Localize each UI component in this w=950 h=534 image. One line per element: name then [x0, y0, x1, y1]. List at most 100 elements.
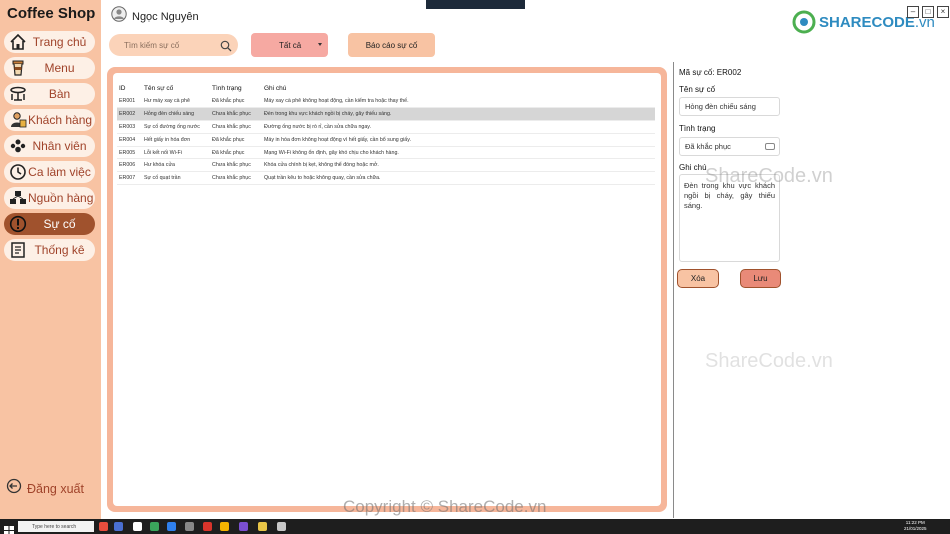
incident-table-container: ID Tên sự cố Tình trạng Ghi chú ER001 Hư … [113, 73, 661, 506]
cell-note: Quạt trần kêu to hoặc không quay, cần sử… [264, 171, 655, 186]
incident-table: ID Tên sự cố Tình trạng Ghi chú ER001 Hư … [117, 81, 655, 186]
col-header-note[interactable]: Ghi chú [264, 81, 655, 95]
status-field[interactable]: Đã khắc phục [679, 137, 780, 156]
cell-id: ER004 [117, 133, 144, 147]
minimize-icon[interactable]: – [907, 6, 919, 18]
taskbar-app-icon[interactable] [99, 522, 108, 531]
screen-recorder-toolbar [426, 0, 525, 9]
logout-label: Đăng xuất [27, 481, 84, 496]
user-profile[interactable]: Ngọc Nguyên [111, 6, 199, 27]
sidebar-item-label: Thống kê [34, 243, 85, 257]
search-input[interactable] [124, 40, 214, 50]
status-filter-select[interactable]: Tất cả [251, 33, 328, 57]
table-icon [8, 84, 28, 104]
table-row-selected[interactable]: ER002 Hỏng đèn chiếu sáng Chưa khắc phục Đè… [117, 107, 655, 122]
taskbar-app-icon[interactable] [277, 522, 286, 531]
sidebar-item-staff[interactable]: Nhân viên [4, 135, 95, 157]
supply-icon [8, 188, 28, 208]
cell-name: Sự cố quạt trần [144, 171, 212, 186]
sidebar-item-label: Nhân viên [32, 139, 87, 153]
sidebar: Coffee Shop Trang chủ Menu Bàn Khách hàn… [0, 0, 101, 519]
sidebar-item-menu[interactable]: Menu [4, 57, 95, 79]
app-title: Coffee Shop [7, 5, 96, 22]
watermark-text: ShareCode.vn [705, 165, 833, 187]
cell-status: Chưa khắc phục [212, 158, 264, 173]
cell-id: ER007 [117, 171, 144, 186]
cell-id: ER002 [117, 107, 144, 122]
cell-note: Khóa cửa chính bị kẹt, không thể đóng ho… [264, 158, 655, 173]
sidebar-item-label: Menu [44, 61, 75, 75]
taskbar-app-icon[interactable] [150, 522, 159, 531]
search-icon[interactable] [220, 39, 232, 57]
cell-note: Mạng Wi-Fi không ổn định, gây khó chịu c… [264, 146, 655, 160]
table-row[interactable]: ER007 Sự cố quạt trần Chưa khắc phục Quạt t… [117, 171, 655, 186]
cell-status: Chưa khắc phục [212, 120, 264, 134]
name-field-label: Tên sự cố [679, 85, 716, 94]
taskbar-app-icon[interactable] [114, 522, 123, 531]
col-header-status[interactable]: Tình trạng [212, 81, 264, 95]
taskbar-app-icon[interactable] [239, 522, 248, 531]
logout-icon [6, 478, 22, 499]
cell-status: Chưa khắc phục [212, 107, 264, 122]
sidebar-item-label: Nguồn hàng [28, 191, 94, 205]
customer-icon [8, 110, 28, 130]
alert-icon [8, 214, 28, 234]
cell-id: ER005 [117, 146, 144, 160]
taskbar-app-icon[interactable] [258, 522, 267, 531]
toggle-icon[interactable] [765, 143, 775, 150]
cell-status: Đã khắc phục [212, 146, 264, 160]
clock-icon [8, 162, 28, 182]
cell-note: Đường ống nước bị rò rỉ, cần sửa chữa ng… [264, 120, 655, 134]
taskbar-app-icon[interactable] [185, 522, 194, 531]
brand-name: SHARECODE [819, 13, 915, 31]
incident-name-field[interactable]: Hỏng đèn chiếu sáng [679, 97, 780, 116]
col-header-name[interactable]: Tên sự cố [144, 81, 212, 95]
col-header-id[interactable]: ID [117, 81, 144, 95]
logout-button[interactable]: Đăng xuất [6, 478, 84, 499]
table-row[interactable]: ER003 Sự cố đường ống nước Chưa khắc phục Đ… [117, 120, 655, 134]
cell-status: Đã khắc phục [212, 133, 264, 147]
cell-id: ER006 [117, 158, 144, 173]
window-controls: – □ × [904, 6, 949, 18]
table-row[interactable]: ER004 Hết giấy in hóa đơn Đã khắc phục Máy … [117, 133, 655, 147]
table-row[interactable]: ER006 Hư khóa cửa Chưa khắc phục Khóa cửa c… [117, 158, 655, 173]
windows-start-icon[interactable] [4, 522, 14, 534]
sidebar-item-customers[interactable]: Khách hàng [4, 109, 95, 131]
table-header-row: ID Tên sự cố Tình trạng Ghi chú [117, 81, 655, 95]
taskbar-app-icon[interactable] [203, 522, 212, 531]
sidebar-item-incidents[interactable]: Sự cố [4, 213, 95, 235]
taskbar-app-icon[interactable] [220, 522, 229, 531]
cell-name: Hư máy xay cà phê [144, 95, 212, 109]
search-bar[interactable] [109, 34, 238, 56]
report-button-label: Báo cáo sự cố [365, 40, 418, 50]
save-button[interactable]: Lưu [740, 269, 781, 288]
sidebar-item-shifts[interactable]: Ca làm việc [4, 161, 95, 183]
taskbar-app-icon[interactable] [167, 522, 176, 531]
taskbar-search[interactable]: Type here to search [18, 521, 94, 532]
sidebar-item-statistics[interactable]: Thống kê [4, 239, 95, 261]
sidebar-item-supply[interactable]: Nguồn hàng [4, 187, 95, 209]
clock-date: 21/01/2025 [904, 526, 927, 531]
maximize-icon[interactable]: □ [922, 6, 934, 18]
delete-button[interactable]: Xóa [677, 269, 719, 288]
status-field-label: Tình trạng [679, 124, 716, 133]
taskbar-clock[interactable]: 11:22 PM 21/01/2025 [904, 520, 927, 532]
table-row[interactable]: ER005 Lỗi kết nối Wi-Fi Đã khắc phục Mạng W… [117, 146, 655, 160]
sidebar-item-label: Bàn [48, 87, 71, 101]
cell-id: ER001 [117, 95, 144, 109]
filter-value: Tất cả [279, 40, 302, 50]
sidebar-item-home[interactable]: Trang chủ [4, 31, 95, 53]
note-field-label: Ghi chú [679, 163, 707, 172]
avatar-icon [111, 6, 127, 27]
report-incident-button[interactable]: Báo cáo sự cố [348, 33, 435, 57]
cell-status: Chưa khắc phục [212, 171, 264, 186]
sidebar-item-tables[interactable]: Bàn [4, 83, 95, 105]
sidebar-item-label: Khách hàng [28, 113, 93, 127]
incident-name-value: Hỏng đèn chiếu sáng [685, 102, 756, 111]
sidebar-item-label: Ca làm việc [28, 165, 91, 179]
watermark-text: ShareCode.vn [705, 350, 833, 372]
cell-name: Hỏng đèn chiếu sáng [144, 107, 212, 122]
table-row[interactable]: ER001 Hư máy xay cà phê Đã khắc phục Máy xa… [117, 95, 655, 109]
taskbar-app-icon[interactable] [133, 522, 142, 531]
close-icon[interactable]: × [937, 6, 949, 18]
